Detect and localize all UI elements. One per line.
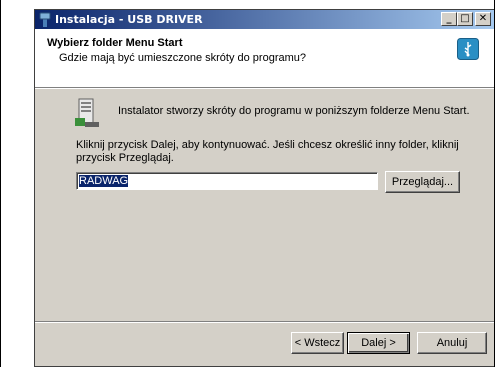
installer-window: Instalacja - USB DRIVER _ □ ✕ Wybierz fo… (34, 9, 494, 367)
page-title: Wybierz folder Menu Start (47, 37, 183, 49)
title-bar[interactable]: Instalacja - USB DRIVER _ □ ✕ (35, 10, 494, 29)
close-button[interactable]: ✕ (475, 12, 491, 26)
browse-button[interactable]: Przeglądaj... (385, 171, 460, 193)
start-menu-folder-input[interactable]: RADWAG (76, 172, 378, 190)
left-border-line (0, 0, 1, 367)
maximize-button[interactable]: □ (457, 12, 473, 26)
footer-separator (35, 321, 494, 323)
instruction-text: Kliknij przycisk Dalej, aby kontynuować.… (76, 139, 459, 164)
next-button[interactable]: Dalej > (347, 332, 410, 354)
next-button-label: Dalej > (361, 337, 396, 349)
wizard-header: Wybierz folder Menu Start Gdzie mają być… (35, 29, 494, 88)
window-title: Instalacja - USB DRIVER (55, 13, 203, 26)
info-text: Instalator stworzy skróty do programu w … (118, 105, 470, 117)
usb-icon (457, 38, 479, 60)
folder-value: RADWAG (79, 175, 129, 187)
minimize-button[interactable]: _ (441, 12, 457, 26)
page-subtitle: Gdzie mają być umieszczone skróty do pro… (59, 52, 306, 64)
back-button[interactable]: < Wstecz (291, 332, 344, 354)
right-border-line (494, 0, 495, 367)
start-menu-folder-icon (75, 98, 99, 127)
cancel-button[interactable]: Anuluj (417, 332, 487, 354)
app-icon (39, 12, 51, 27)
